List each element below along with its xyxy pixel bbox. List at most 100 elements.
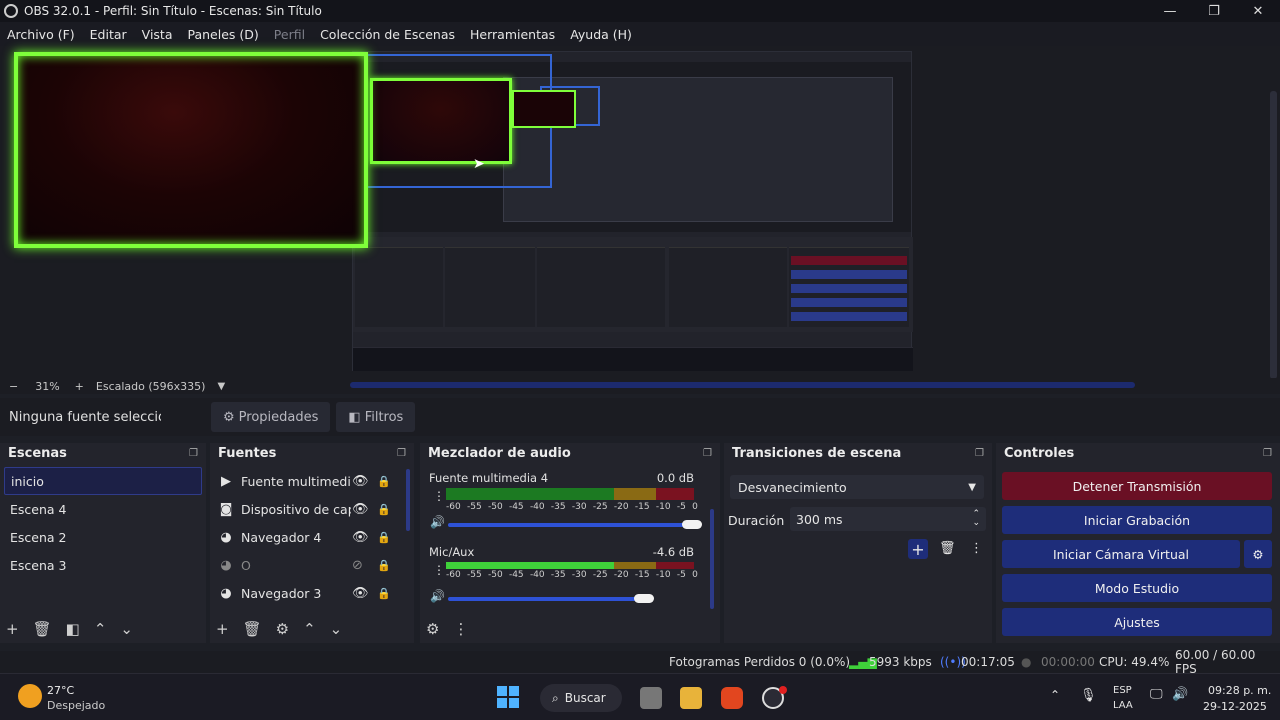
zoom-in-button[interactable]: + [75,380,84,393]
eye-icon[interactable]: 👁 [352,586,369,601]
speaker-icon[interactable]: 🔊 [430,589,445,603]
undock-icon[interactable]: ❐ [703,448,712,459]
gear-icon[interactable]: ⚙ [276,620,289,638]
add-transition-button[interactable]: + [908,539,928,559]
studio-mode-button[interactable]: Modo Estudio [1002,574,1272,602]
trash-icon[interactable]: 🗑 [939,541,956,556]
volume-knob[interactable] [682,520,702,529]
trash-icon[interactable]: 🗑 [33,620,52,638]
menu-archivo[interactable]: Archivo (F) [7,27,75,42]
move-up-icon[interactable]: ⌃ [94,620,107,638]
settings-button[interactable]: Ajustes [1002,608,1272,636]
add-icon[interactable]: + [6,620,19,638]
source-label: Fuente multimedia [241,473,351,489]
filters-icon[interactable]: ◧ [66,620,80,638]
brave-browser-icon[interactable] [721,687,743,709]
eye-icon[interactable]: 👁 [352,474,369,489]
source-item[interactable]: ▶ Fuente multimedia 👁 🔒 [210,467,406,495]
scene-item[interactable]: Escena 4 [4,495,202,523]
kebab-menu-icon[interactable]: ⋮ [433,489,445,503]
virtual-camera-button[interactable]: Iniciar Cámara Virtual [1002,540,1240,568]
chevron-up-icon[interactable]: ⌃ [1050,688,1060,702]
menu-perfil[interactable]: Perfil [274,27,305,42]
volume-slider[interactable] [448,523,698,527]
language-bottom[interactable]: LAA [1113,700,1133,711]
filters-button[interactable]: ◧ Filtros [336,402,416,432]
spin-arrows-icon[interactable]: ⌃ ⌄ [972,510,980,528]
properties-button[interactable]: ⚙ Propiedades [211,402,331,432]
menu-paneles[interactable]: Paneles (D) [188,27,259,42]
mixer-scrollbar[interactable] [710,509,714,609]
undock-icon[interactable]: ❐ [397,448,406,459]
volume-knob[interactable] [634,594,654,603]
minimize-button[interactable]: — [1148,0,1192,22]
eye-hidden-icon[interactable]: ⊘ [352,558,363,573]
source-item[interactable]: ◙ Dispositivo de captura 👁 🔒 [210,495,406,523]
clock-date[interactable]: 29-12-2025 [1203,700,1267,713]
network-icon[interactable]: 🖵 [1150,687,1163,702]
clock-time[interactable]: 09:28 p. m. [1208,684,1271,697]
lock-icon[interactable]: 🔒 [377,559,391,572]
volume-icon[interactable]: 🔊 [1172,687,1188,702]
lock-icon[interactable]: 🔒 [377,503,391,516]
source-item[interactable]: ◕ Navegador 4 👁 🔒 [210,523,406,551]
maximize-button[interactable]: ❐ [1192,0,1236,22]
scene-item[interactable]: Escena 2 [4,523,202,551]
kebab-menu-icon[interactable]: ⋮ [453,620,468,638]
lock-icon[interactable]: 🔒 [377,475,391,488]
close-button[interactable]: ✕ [1236,0,1280,22]
preview-vertical-scrollbar[interactable] [1268,46,1280,379]
transition-selected: Desvanecimiento [738,479,847,495]
move-up-icon[interactable]: ⌃ [303,620,316,638]
file-explorer-icon[interactable] [680,687,702,709]
menu-ayuda[interactable]: Ayuda (H) [570,27,632,42]
move-down-icon[interactable]: ⌄ [120,620,133,638]
zoom-out-button[interactable]: − [9,380,18,393]
add-icon[interactable]: + [216,620,229,638]
eye-icon[interactable]: 👁 [352,530,369,545]
kebab-menu-icon[interactable]: ⋮ [970,541,983,556]
scale-tick: -40 [529,502,545,512]
mixer-footer: ⚙ ⋮ [420,615,720,643]
temperature[interactable]: 27°C [47,684,74,697]
weather-text[interactable]: Despejado [47,699,105,712]
scene-item[interactable]: Escena 3 [4,551,202,579]
stop-stream-button[interactable]: Detener Transmisión [1002,472,1272,500]
undock-icon[interactable]: ❐ [975,448,984,459]
nested-sources [445,247,535,327]
scene-item[interactable]: inicio [4,467,202,495]
undock-icon[interactable]: ❐ [189,448,198,459]
kebab-menu-icon[interactable]: ⋮ [433,563,445,577]
source-item[interactable]: ◕ Navegador 3 👁 🔒 [210,579,406,607]
webcam-frame[interactable] [14,52,368,248]
move-down-icon[interactable]: ⌄ [330,620,343,638]
undock-icon[interactable]: ❐ [1263,448,1272,459]
trash-icon[interactable]: 🗑 [243,620,262,638]
preview-horizontal-scrollbar[interactable] [350,382,1135,388]
transition-select[interactable]: Desvanecimiento ▼ [730,475,984,499]
weather-sun-icon[interactable] [18,684,42,708]
scale-tick: -50 [487,502,503,512]
menu-editar[interactable]: Editar [90,27,127,42]
duration-spinbox[interactable]: 300 ms ⌃ ⌄ [790,507,986,531]
microphone-icon[interactable]: 🎙 [1080,688,1097,703]
lock-icon[interactable]: 🔒 [377,531,391,544]
start-recording-button[interactable]: Iniciar Grabación [1002,506,1272,534]
taskbar-search[interactable]: ⌕ Buscar [540,684,622,712]
gear-icon[interactable]: ⚙ [426,620,439,638]
speaker-icon[interactable]: 🔊 [430,515,445,529]
sources-scrollbar[interactable] [406,469,410,531]
menu-coleccion-escenas[interactable]: Colección de Escenas [320,27,455,42]
windows-start-icon[interactable] [497,686,519,708]
task-view-icon[interactable] [640,687,662,709]
language-top[interactable]: ESP [1113,685,1132,696]
scroll-thumb[interactable] [1270,91,1277,379]
eye-icon[interactable]: 👁 [352,502,369,517]
volume-slider[interactable] [448,597,648,601]
source-item[interactable]: ◕ O ⊘ 🔒 [210,551,406,579]
menu-vista[interactable]: Vista [142,27,173,42]
virtual-camera-settings-button[interactable]: ⚙ [1244,540,1272,568]
menu-herramientas[interactable]: Herramientas [470,27,555,42]
lock-icon[interactable]: 🔒 [377,587,391,600]
scale-dropdown-icon[interactable]: ▼ [217,381,225,392]
